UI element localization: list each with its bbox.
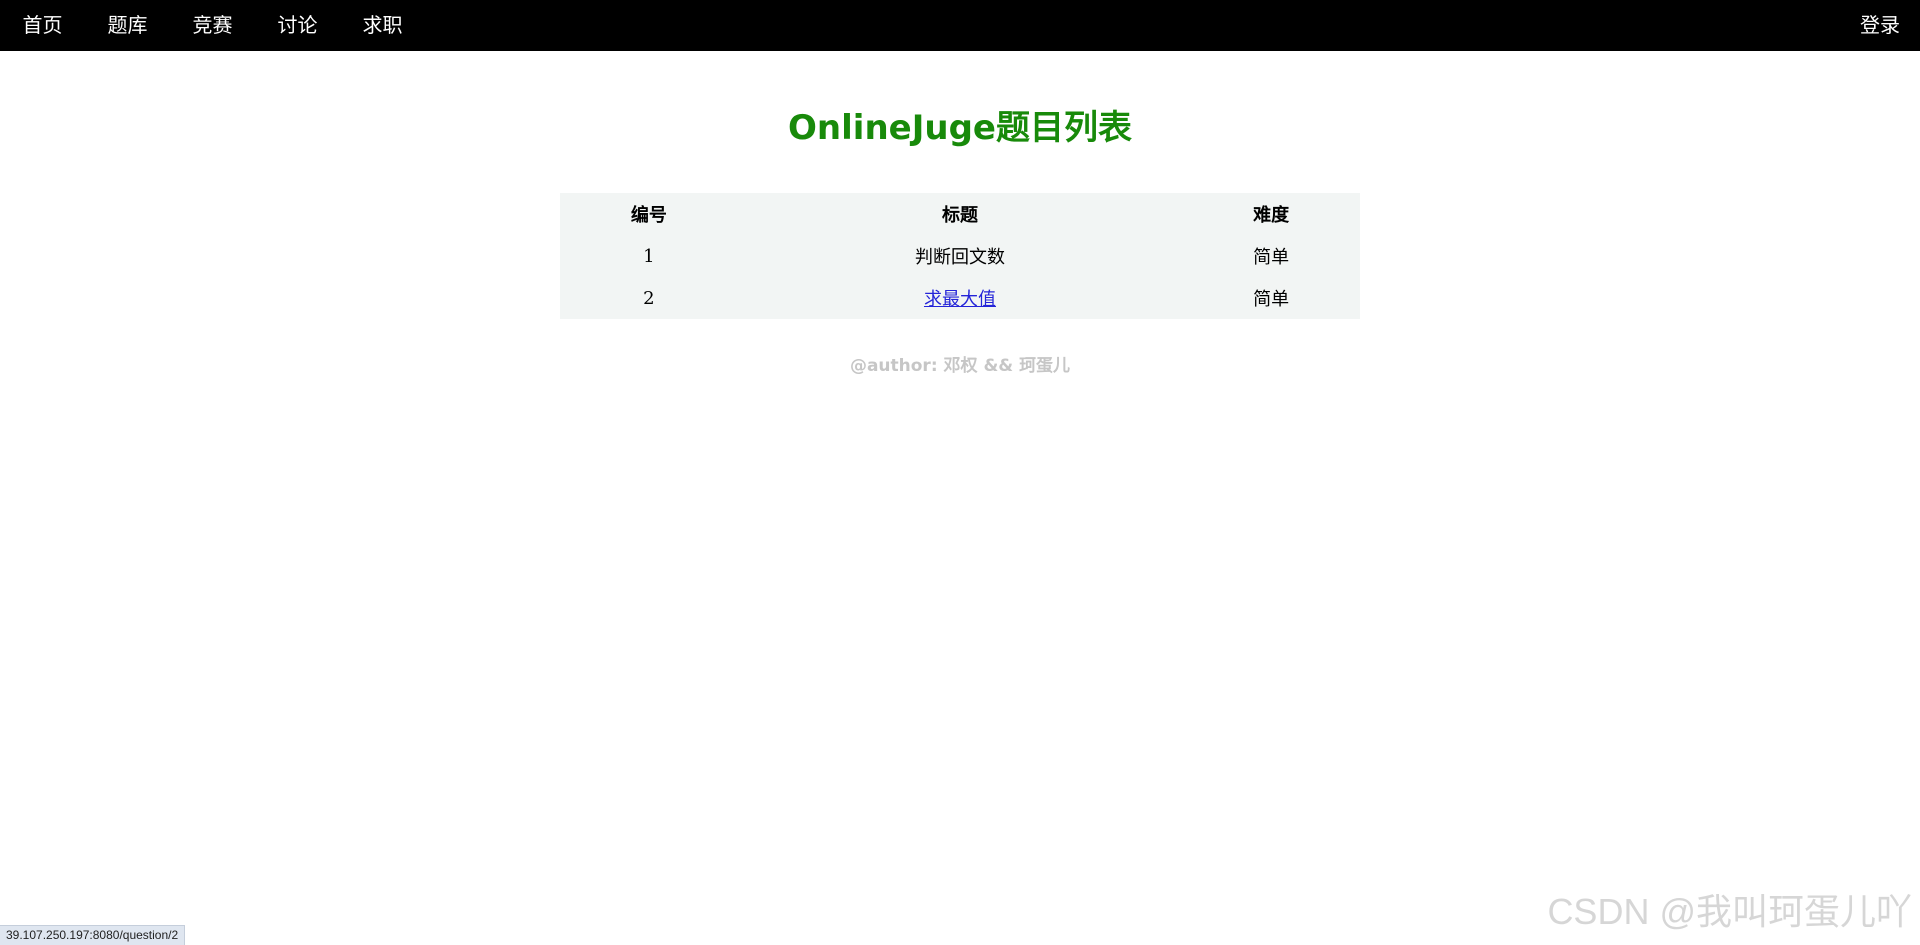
column-header-title: 标题 <box>941 205 978 226</box>
question-difficulty: 简单 <box>1253 247 1290 268</box>
column-header-difficulty: 难度 <box>1253 205 1290 226</box>
browser-status-url: 39.107.250.197:8080/question/2 <box>0 925 186 945</box>
csdn-watermark: CSDN @我叫珂蛋儿吖 <box>1547 891 1912 932</box>
question-title-link[interactable]: 求最大值 <box>924 289 996 310</box>
top-navbar: 首页 题库 竞赛 讨论 求职 登录 <box>0 0 1920 51</box>
table-header-row: 编号 标题 难度 <box>560 193 1360 235</box>
column-header-id: 编号 <box>630 205 667 226</box>
nav-item-discussion[interactable]: 讨论 <box>255 0 340 51</box>
nav-item-home[interactable]: 首页 <box>0 0 85 51</box>
question-title-cell: 求最大值 <box>738 277 1182 319</box>
question-id: 1 <box>643 245 655 267</box>
question-title[interactable]: 判断回文数 <box>738 235 1182 277</box>
table-row: 2 求最大值 简单 <box>560 277 1360 319</box>
question-table: 编号 标题 难度 1 判断回文数 简单 2 求最大值 简单 <box>560 193 1360 319</box>
question-id: 2 <box>643 287 655 309</box>
nav-menu: 首页 题库 竞赛 讨论 求职 <box>0 0 425 51</box>
page-title: OnlineJuge题目列表 <box>788 108 1132 148</box>
nav-item-jobs[interactable]: 求职 <box>340 0 425 51</box>
author-credit: @author: 邓权 && 珂蛋儿 <box>849 356 1071 376</box>
nav-item-problem-bank[interactable]: 题库 <box>85 0 170 51</box>
question-difficulty: 简单 <box>1253 289 1290 310</box>
nav-item-contest[interactable]: 竞赛 <box>170 0 255 51</box>
login-link[interactable]: 登录 <box>1860 0 1900 51</box>
table-row: 1 判断回文数 简单 <box>560 235 1360 277</box>
